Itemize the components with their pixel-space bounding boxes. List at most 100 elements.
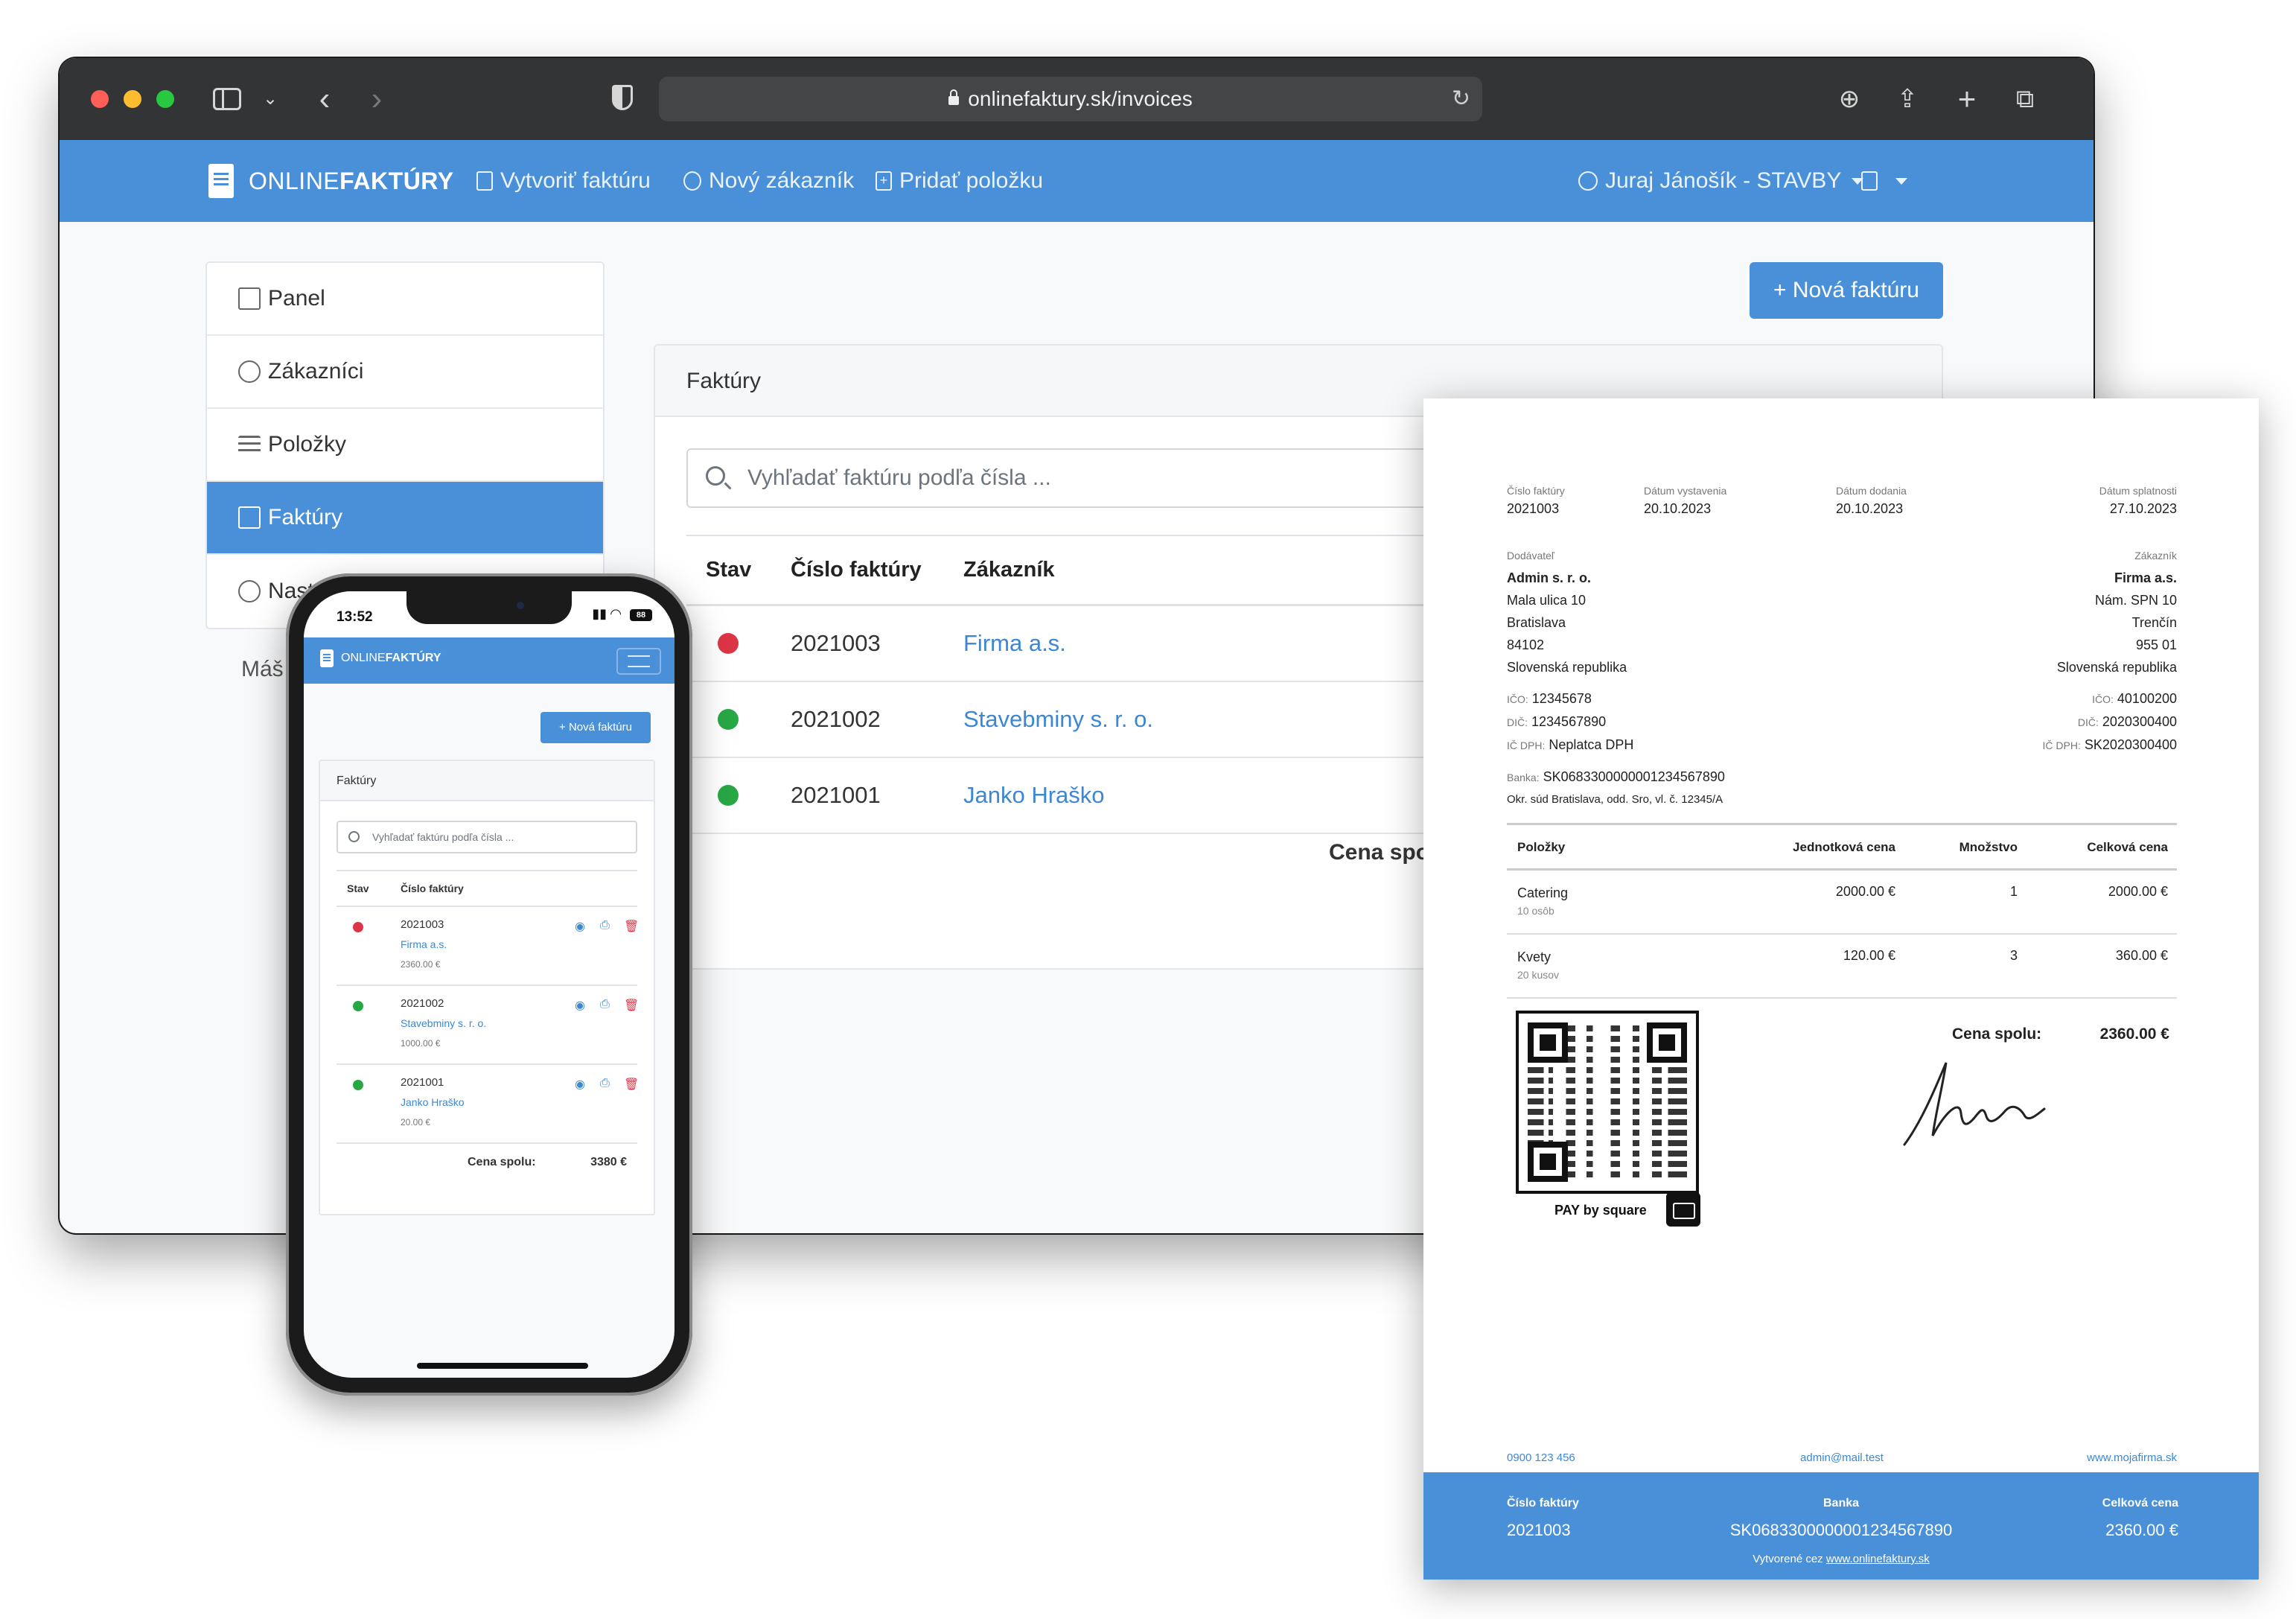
privacy-shield-icon[interactable] — [612, 85, 633, 110]
print-icon[interactable]: ⎙ — [600, 919, 610, 932]
nav-create-invoice[interactable]: Vytvoriť faktúru — [476, 140, 651, 222]
back-icon[interactable]: ‹ — [310, 80, 339, 118]
sidebar-item-panel[interactable]: Panel — [207, 263, 603, 336]
footer-web[interactable]: www.mojafirma.sk — [2087, 1451, 2177, 1464]
nav-add-item-label: Pridať položku — [899, 168, 1044, 193]
customer-link[interactable]: Janko Hraško — [963, 758, 1105, 833]
new-tab-icon[interactable]: + — [1949, 80, 1985, 118]
battery-icon: 88 — [630, 609, 652, 621]
phone-time: 13:52 — [337, 609, 373, 625]
pay-by-square-label: PAY by square — [1554, 1203, 1647, 1218]
home-indicator[interactable] — [417, 1363, 588, 1369]
col-number[interactable]: Číslo faktúry — [791, 536, 922, 604]
footer-email[interactable]: admin@mail.test — [1507, 1451, 2177, 1464]
icdph-label: IČ DPH: — [2042, 739, 2081, 751]
maximize-window-button[interactable] — [156, 90, 174, 108]
status-dot-unpaid — [353, 922, 363, 932]
invoice-document: Číslo faktúry 2021003 Dátum vystavenia 2… — [1423, 398, 2259, 1580]
meta-delivery-date: Dátum dodania 20.10.2023 — [1836, 485, 1907, 517]
item-total: 360.00 € — [2115, 948, 2168, 963]
nav-new-customer[interactable]: Nový zákazník — [683, 140, 854, 222]
new-invoice-button[interactable]: + Nová faktúru — [1750, 262, 1943, 319]
delete-icon[interactable]: 🗑 — [624, 1077, 639, 1092]
sidebar-item-customers[interactable]: Zákazníci — [207, 336, 603, 409]
customer-heading: Zákazník — [2134, 550, 2177, 562]
customer-link[interactable]: Firma a.s. — [963, 606, 1066, 681]
view-icon[interactable]: ◉ — [575, 998, 585, 1013]
table-row[interactable]: 2021001 Janko Hraško 20.00 € ◉ ⎙ 🗑 — [337, 1065, 639, 1144]
bank-label: Banka: — [1507, 772, 1540, 783]
customer-link[interactable]: Janko Hraško — [401, 1092, 465, 1113]
item-unit-price: 120.00 € — [1843, 948, 1895, 963]
nav-add-item[interactable]: + Pridať položku — [876, 140, 1043, 222]
share-icon[interactable]: ⇪ — [1890, 80, 1925, 118]
view-icon[interactable]: ◉ — [575, 1077, 585, 1092]
close-window-button[interactable] — [91, 90, 109, 108]
forward-icon[interactable]: › — [362, 80, 392, 118]
brand-logo[interactable]: ONLINEFAKTÚRY — [320, 649, 441, 667]
qr-code — [1516, 1011, 1699, 1194]
phone-mockup: 13:52 ▮▮ ◠ 88 ONLINE FAKTÚRY + Nová faktú… — [286, 573, 692, 1396]
invoice-number: 2021002 — [791, 706, 881, 732]
print-icon[interactable]: ⎙ — [600, 998, 610, 1011]
customer-link[interactable]: Firma a.s. — [401, 935, 447, 955]
customer-link[interactable]: Stavebminy s. r. o. — [401, 1014, 486, 1034]
lock-icon — [948, 89, 960, 105]
band-total-value: 2360.00 € — [2105, 1521, 2178, 1539]
caret-down-icon — [1895, 177, 1907, 185]
search-input[interactable]: Vyhľadať faktúru podľa čísla ... — [337, 821, 637, 853]
reload-icon[interactable]: ↻ — [1452, 77, 1470, 121]
sidebar-toggle-icon[interactable] — [213, 88, 241, 110]
gear-icon — [238, 580, 261, 602]
sidebar-item-label: Panel — [268, 286, 325, 311]
item-name: Catering — [1517, 885, 1569, 900]
search-icon — [706, 466, 725, 486]
delete-icon[interactable]: 🗑 — [624, 919, 639, 934]
status-dot-paid — [353, 1001, 363, 1011]
created-prefix: Vytvorené cez — [1753, 1553, 1823, 1565]
customer-zip: 955 01 — [2135, 637, 2177, 652]
invoice-amount: 2360.00 € — [401, 959, 441, 970]
hamburger-menu-icon[interactable] — [616, 648, 661, 675]
customer-link[interactable]: Stavebminy s. r. o. — [963, 682, 1153, 757]
col-number[interactable]: Číslo faktúry — [401, 882, 464, 894]
item-note: 20 kusov — [1517, 969, 1560, 981]
download-icon[interactable]: ⊕ — [1831, 80, 1867, 118]
item-row: Kvety 20 kusov 120.00 € 3 360.00 € — [1507, 935, 2177, 999]
new-invoice-button[interactable]: + Nová faktúru — [540, 712, 651, 743]
customer-dic: 2020300400 — [2102, 714, 2177, 729]
item-qty: 1 — [2009, 884, 2018, 899]
sidebar-item-items[interactable]: Položky — [207, 409, 603, 482]
col-status[interactable]: Stav — [347, 882, 369, 894]
table-row[interactable]: 2021002 Stavebminy s. r. o. 1000.00 € ◉ … — [337, 986, 639, 1065]
address-bar[interactable]: onlinefaktury.sk/invoices ↻ — [659, 77, 1482, 121]
phone-navbar: ONLINE FAKTÚRY — [304, 637, 675, 684]
customer-city: Trenčín — [2131, 615, 2177, 630]
plus-square-icon: + — [876, 171, 892, 191]
sidebar-item-invoices[interactable]: Faktúry — [207, 482, 603, 555]
qr-finder — [1528, 1142, 1568, 1182]
customer-block: Zákazník Firma a.s. Nám. SPN 10 Trenčín … — [2043, 544, 2177, 757]
print-icon[interactable]: ⎙ — [600, 1077, 610, 1090]
supplier-country: Slovenská republika — [1507, 660, 1627, 675]
table-row[interactable]: 2021003 Firma a.s. 2360.00 € ◉ ⎙ 🗑 — [337, 907, 639, 986]
tabs-overview-icon[interactable]: ⧉ — [2007, 80, 2043, 118]
created-link[interactable]: www.onlinefaktury.sk — [1826, 1553, 1930, 1565]
minimize-window-button[interactable] — [124, 90, 141, 108]
language-menu[interactable] — [1861, 140, 1907, 222]
user-menu[interactable]: Juraj Jánošík - STAVBY — [1578, 140, 1864, 222]
total-value: 3380 € — [590, 1156, 627, 1168]
user-plus-icon — [683, 171, 701, 191]
dic-label: DIČ: — [2077, 716, 2099, 728]
invoice-amount: 1000.00 € — [401, 1038, 441, 1049]
brand-light: ONLINE — [249, 167, 340, 194]
col-customer[interactable]: Zákazník — [963, 536, 1055, 604]
customer-ico: 40100200 — [2117, 691, 2177, 706]
brand-logo[interactable]: ONLINEFAKTÚRY — [208, 162, 454, 200]
items-header: Položky Jednotková cena Množstvo Celková… — [1507, 823, 2177, 871]
chevron-down-icon[interactable]: ⌄ — [259, 80, 281, 118]
delete-icon[interactable]: 🗑 — [624, 998, 639, 1013]
col-status[interactable]: Stav — [706, 536, 751, 604]
view-icon[interactable]: ◉ — [575, 919, 585, 934]
invoice-amount: 20.00 € — [401, 1117, 431, 1127]
